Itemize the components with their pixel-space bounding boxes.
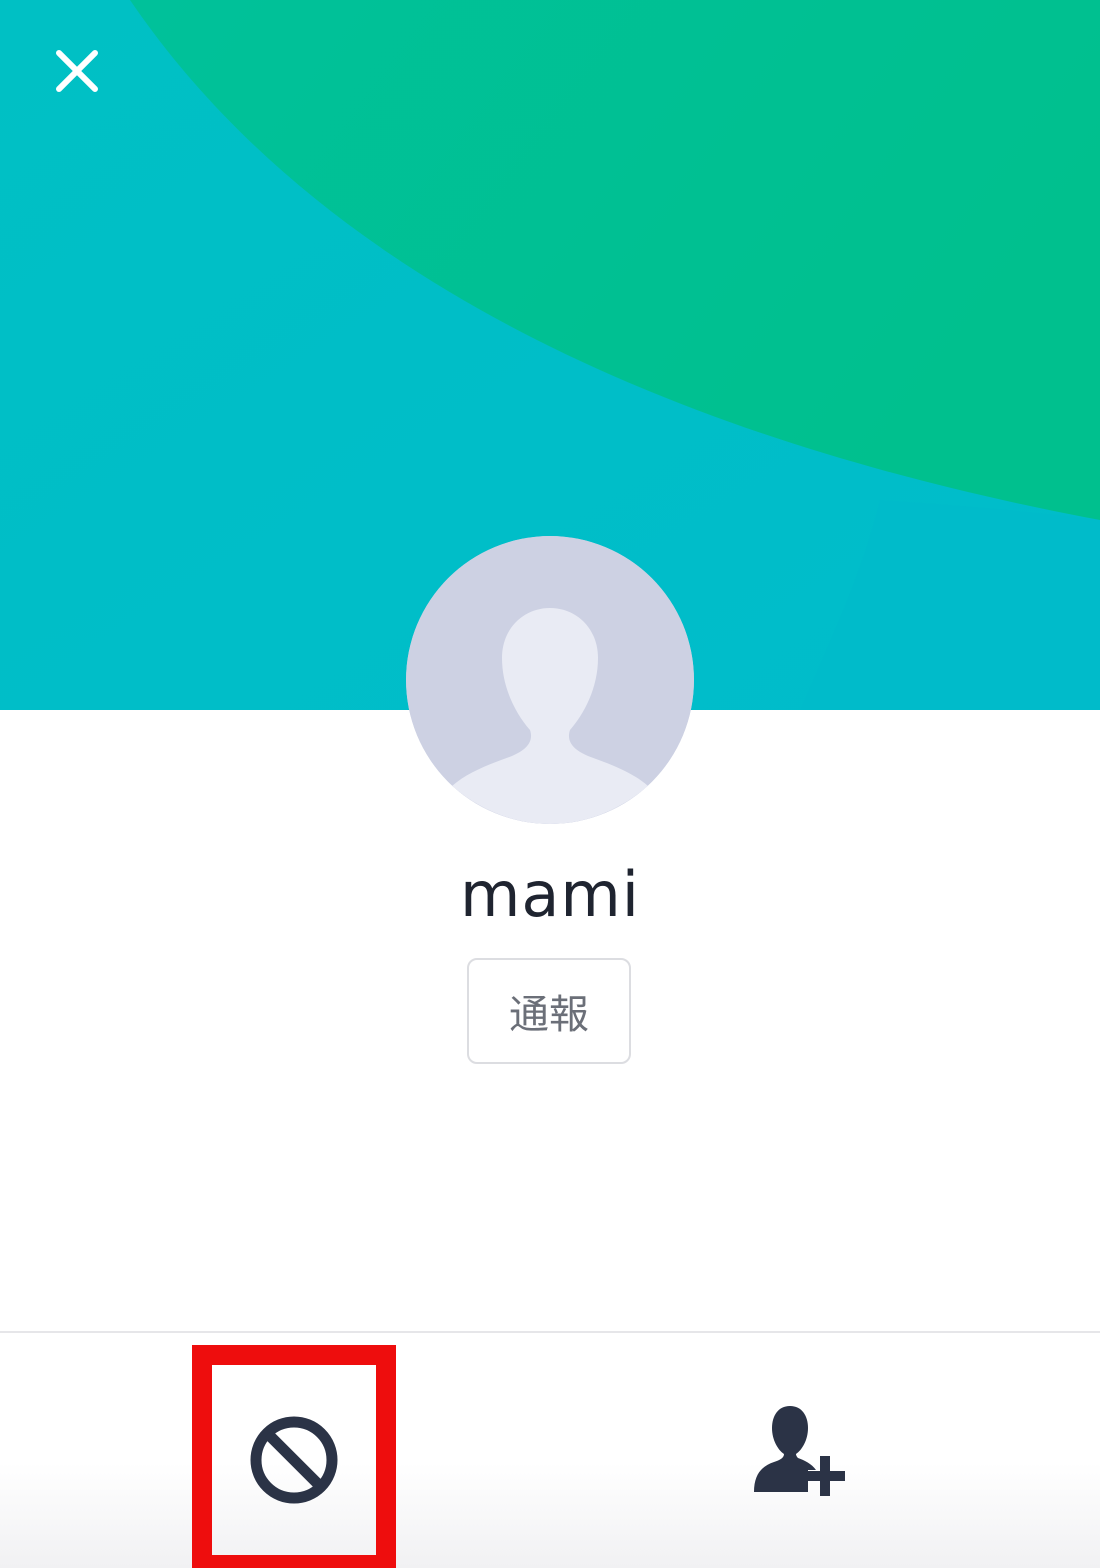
bottom-action-bar (0, 1333, 1100, 1568)
report-button[interactable]: 通報 (467, 958, 631, 1064)
avatar[interactable] (406, 536, 694, 824)
block-icon (250, 1416, 338, 1504)
close-button[interactable] (44, 38, 110, 104)
add-friend-icon (754, 1406, 845, 1496)
add-friend-button[interactable] (740, 1390, 870, 1510)
close-icon (56, 50, 98, 92)
profile-screen: mami 通報 (0, 0, 1100, 1568)
profile-name: mami (459, 858, 640, 931)
default-person-avatar-icon (406, 536, 694, 824)
block-button[interactable] (192, 1345, 396, 1568)
